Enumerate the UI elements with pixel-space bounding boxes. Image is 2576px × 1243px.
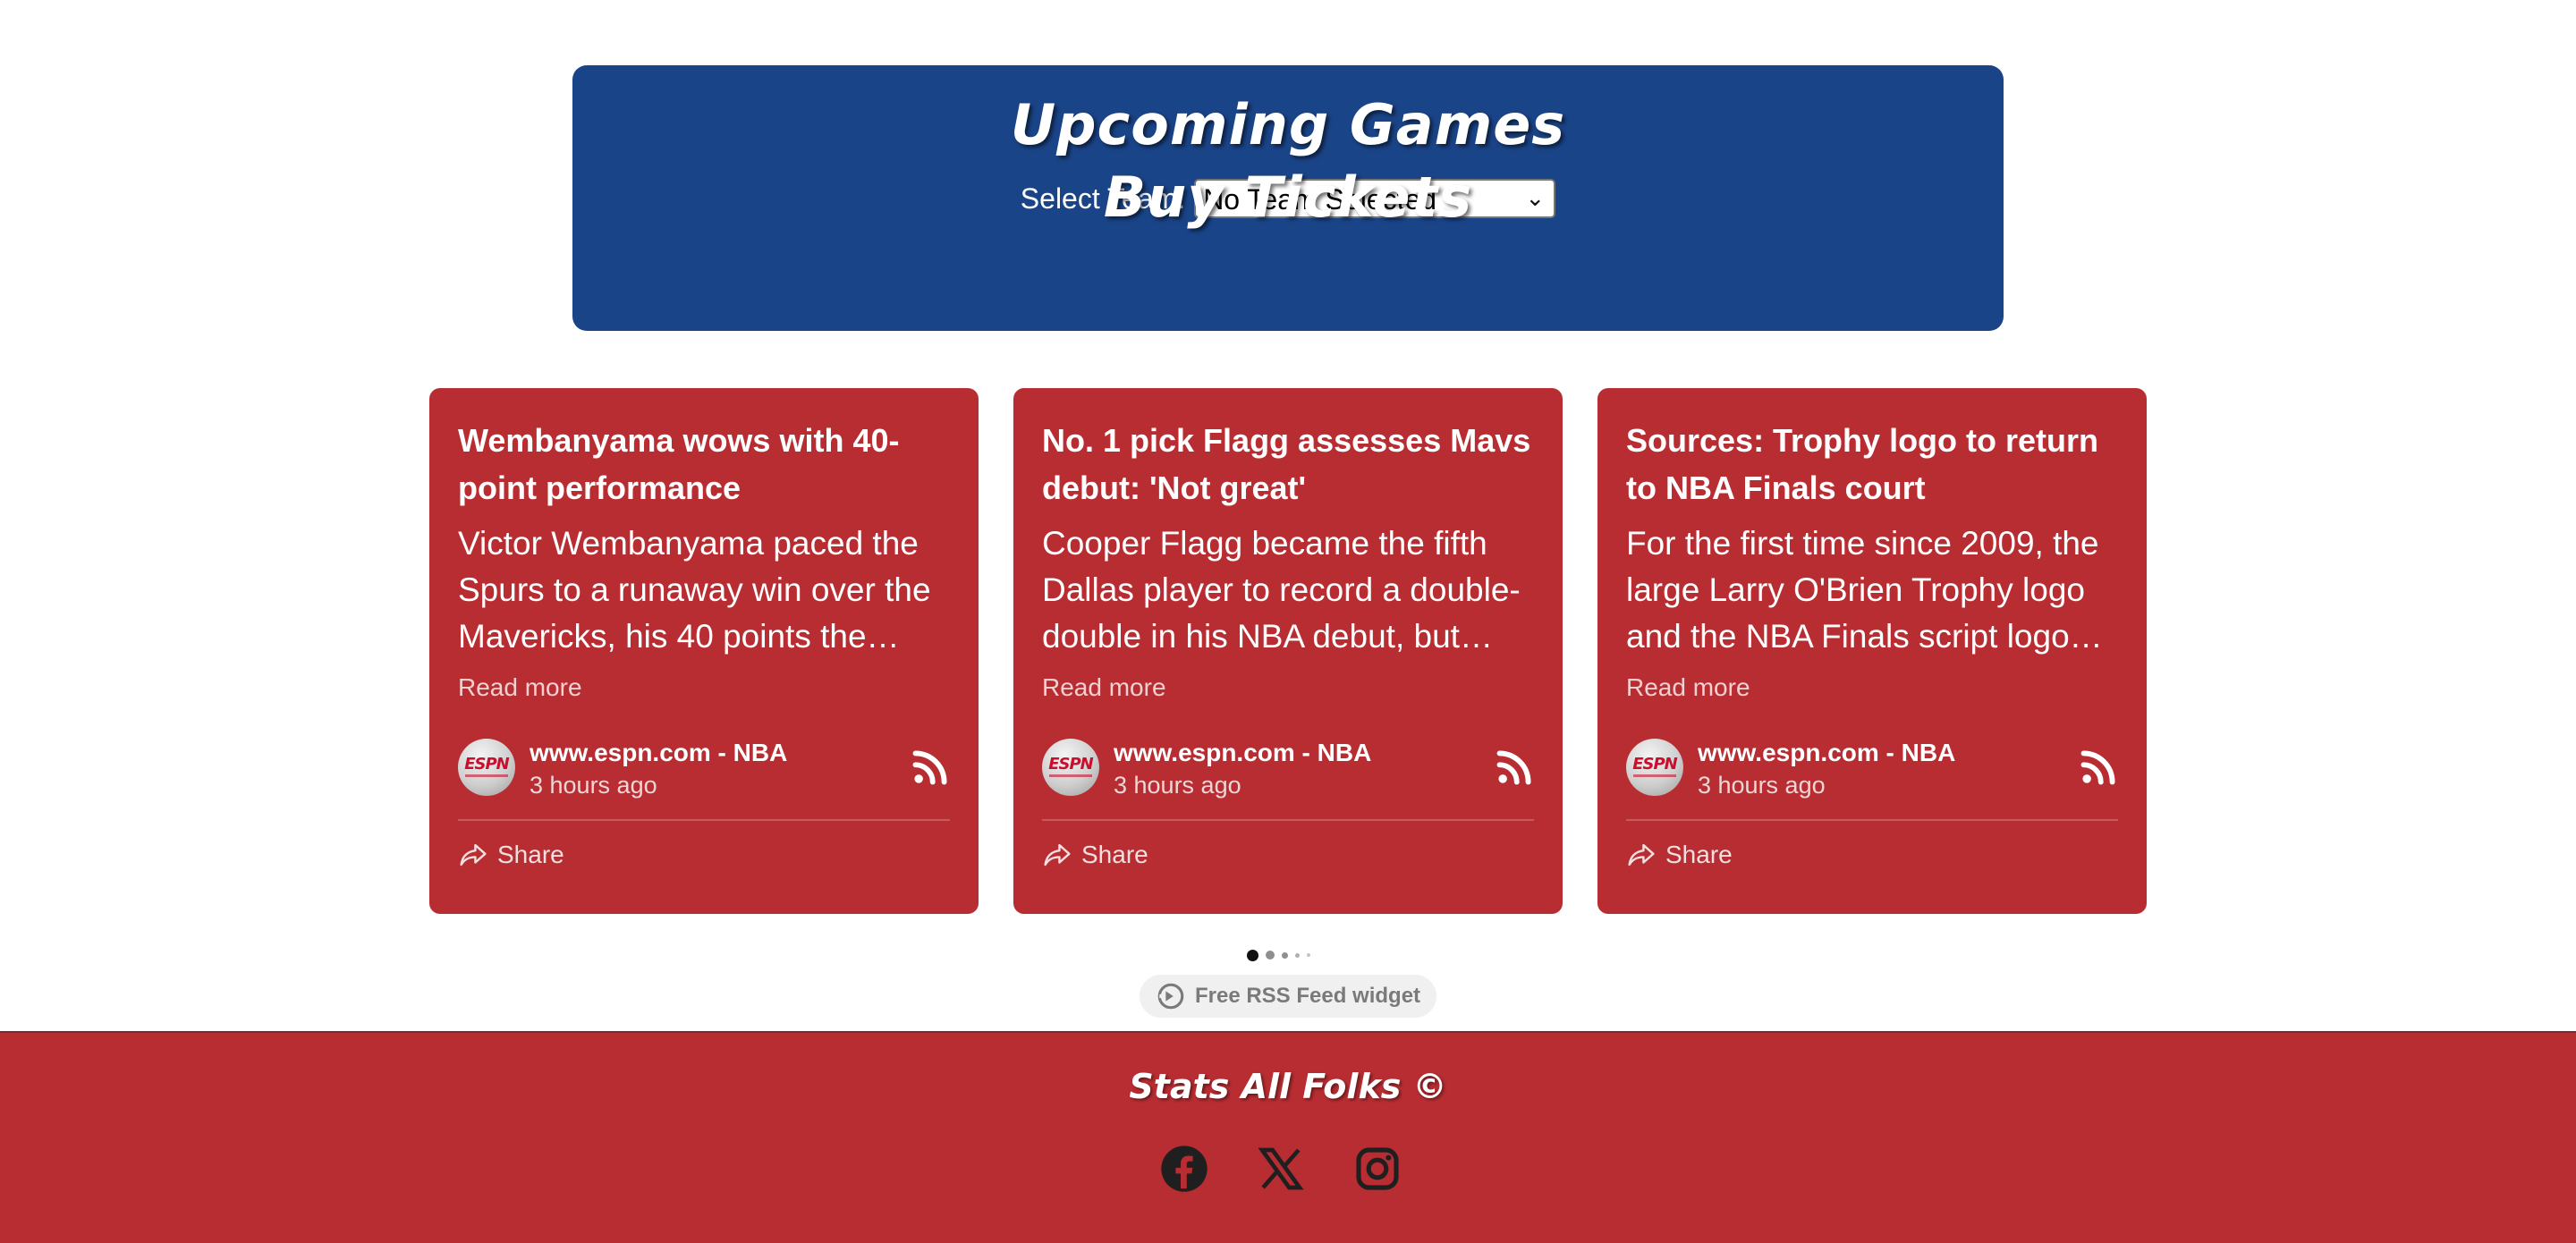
carousel-dot-4[interactable] [1295,952,1300,958]
instagram-icon[interactable] [1352,1144,1402,1194]
source-time: 3 hours ago [1114,772,1241,799]
x-icon[interactable] [1256,1144,1306,1194]
espn-logo: ESPN [1626,739,1683,796]
card-divider [1626,819,2118,821]
news-card-description: Victor Wembanyama paced the Spurs to a r… [458,525,931,655]
rss-widget-icon [1157,983,1184,1010]
facebook-icon[interactable] [1159,1144,1209,1194]
share-icon [1628,843,1655,867]
source-time: 3 hours ago [530,772,657,799]
share-icon [1044,843,1071,867]
news-card-description: For the first time since 2009, the large… [1626,525,2099,655]
read-more-link[interactable]: Read more [458,672,950,703]
espn-logo: ESPN [458,739,515,796]
carousel-dots [1247,949,1310,961]
site-footer: Stats All Folks © [0,1031,2576,1243]
espn-logo-text: ESPN [1048,755,1094,774]
news-card-source: ESPN www.espn.com - NBA 3 hours ago [1626,739,2118,799]
news-card-title[interactable]: Sources: Trophy logo to return to NBA Fi… [1626,417,2118,512]
read-more-link[interactable]: Read more [1042,672,1534,703]
footer-title: Stats All Folks © [1129,1067,1447,1106]
card-divider [458,819,950,821]
carousel-dot-2[interactable] [1266,951,1275,960]
share-button[interactable]: Share [1626,841,2118,869]
espn-logo: ESPN [1042,739,1099,796]
rss-icon[interactable] [2079,748,2118,787]
buy-tickets-title[interactable]: Buy Tickets [572,157,2004,238]
rss-icon[interactable] [911,748,950,787]
news-card[interactable]: Sources: Trophy logo to return to NBA Fi… [1597,388,2147,914]
news-card[interactable]: Wembanyama wows with 40-point performanc… [429,388,979,914]
carousel-dot-3[interactable] [1282,951,1288,959]
upcoming-games-title: Upcoming Games [1010,92,1566,157]
share-button[interactable]: Share [1042,841,1534,869]
news-card-title[interactable]: Wembanyama wows with 40-point performanc… [458,417,950,512]
share-icon [460,843,487,867]
news-card-title[interactable]: No. 1 pick Flagg assesses Mavs debut: 'N… [1042,417,1534,512]
source-name[interactable]: www.espn.com - NBA [1698,739,1955,767]
espn-logo-text: ESPN [464,755,510,774]
rss-widget-label: Free RSS Feed widget [1194,984,1421,1008]
carousel-dot-1[interactable] [1247,949,1258,961]
news-card-source: ESPN www.espn.com - NBA 3 hours ago [1042,739,1534,799]
share-label: Share [497,841,564,868]
share-button[interactable]: Share [458,841,950,869]
espn-logo-text: ESPN [1632,755,1678,774]
card-divider [1042,819,1534,821]
rss-widget-badge[interactable]: Free RSS Feed widget [1140,975,1436,1018]
read-more-link[interactable]: Read more [1626,672,2118,703]
social-links [1159,1144,1402,1194]
share-label: Share [1081,841,1148,868]
source-name[interactable]: www.espn.com - NBA [530,739,787,767]
upcoming-games-panel: Upcoming Games Select Team: No Team Sele… [572,65,2004,331]
news-card-description: Cooper Flagg became the fifth Dallas pla… [1042,525,1521,655]
news-carousel: Wembanyama wows with 40-point performanc… [429,388,2147,914]
source-time: 3 hours ago [1698,772,1826,799]
news-card[interactable]: No. 1 pick Flagg assesses Mavs debut: 'N… [1013,388,1563,914]
news-card-source: ESPN www.espn.com - NBA 3 hours ago [458,739,950,799]
rss-icon[interactable] [1495,748,1534,787]
share-label: Share [1665,841,1733,868]
carousel-dot-5[interactable] [1307,953,1310,957]
source-name[interactable]: www.espn.com - NBA [1114,739,1371,767]
